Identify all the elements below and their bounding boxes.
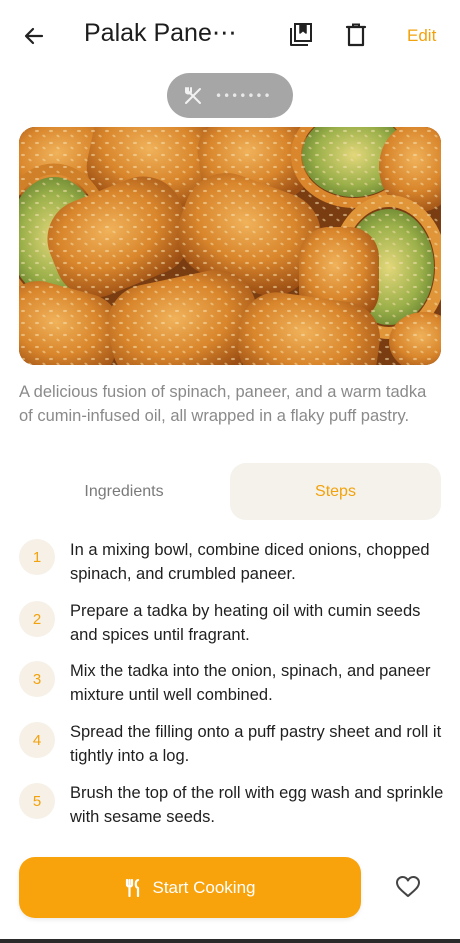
step-number-badge: 4 (19, 722, 55, 758)
fork-knife-icon (185, 86, 201, 104)
cook-mode-toggle[interactable]: ••••••• (167, 73, 293, 118)
trash-icon (345, 23, 367, 47)
home-indicator (0, 939, 460, 943)
step-number-badge: 2 (19, 601, 55, 637)
start-cooking-button[interactable]: Start Cooking (19, 857, 361, 918)
step-text: Mix the tadka into the onion, spinach, a… (70, 662, 431, 704)
pill-label: ••••••• (215, 88, 272, 103)
tab-ingredients[interactable]: Ingredients (19, 463, 229, 520)
start-cooking-label: Start Cooking (152, 877, 256, 897)
step-text: Prepare a tadka by heating oil with cumi… (70, 602, 421, 644)
arrow-left-icon (24, 27, 44, 45)
step-number-badge: 1 (19, 539, 55, 575)
tab-steps[interactable]: Steps (230, 463, 441, 520)
recipe-tabs: Ingredients Steps (19, 463, 441, 520)
bookmark-icon (290, 23, 312, 46)
step-number-badge: 5 (19, 783, 55, 819)
bookmark-button[interactable] (286, 20, 316, 50)
top-bar: Palak Pane⋯ Edit (0, 0, 460, 70)
bottom-fade (0, 836, 460, 858)
recipe-title: Palak Pane⋯ (84, 19, 237, 47)
step-text: Spread the filling onto a puff pastry sh… (70, 723, 442, 765)
recipe-description: A delicious fusion of spinach, paneer, a… (19, 383, 427, 425)
fork-knife-icon (125, 878, 139, 897)
step-number-badge: 3 (19, 661, 55, 697)
recipe-photo (19, 127, 441, 365)
step-text: Brush the top of the roll with egg wash … (70, 784, 444, 826)
heart-icon (396, 876, 420, 897)
edit-button[interactable]: Edit (407, 26, 436, 46)
delete-button[interactable] (342, 20, 370, 50)
favorite-button[interactable] (393, 872, 423, 902)
step-text: In a mixing bowl, combine diced onions, … (70, 541, 430, 583)
back-button[interactable] (18, 20, 50, 52)
